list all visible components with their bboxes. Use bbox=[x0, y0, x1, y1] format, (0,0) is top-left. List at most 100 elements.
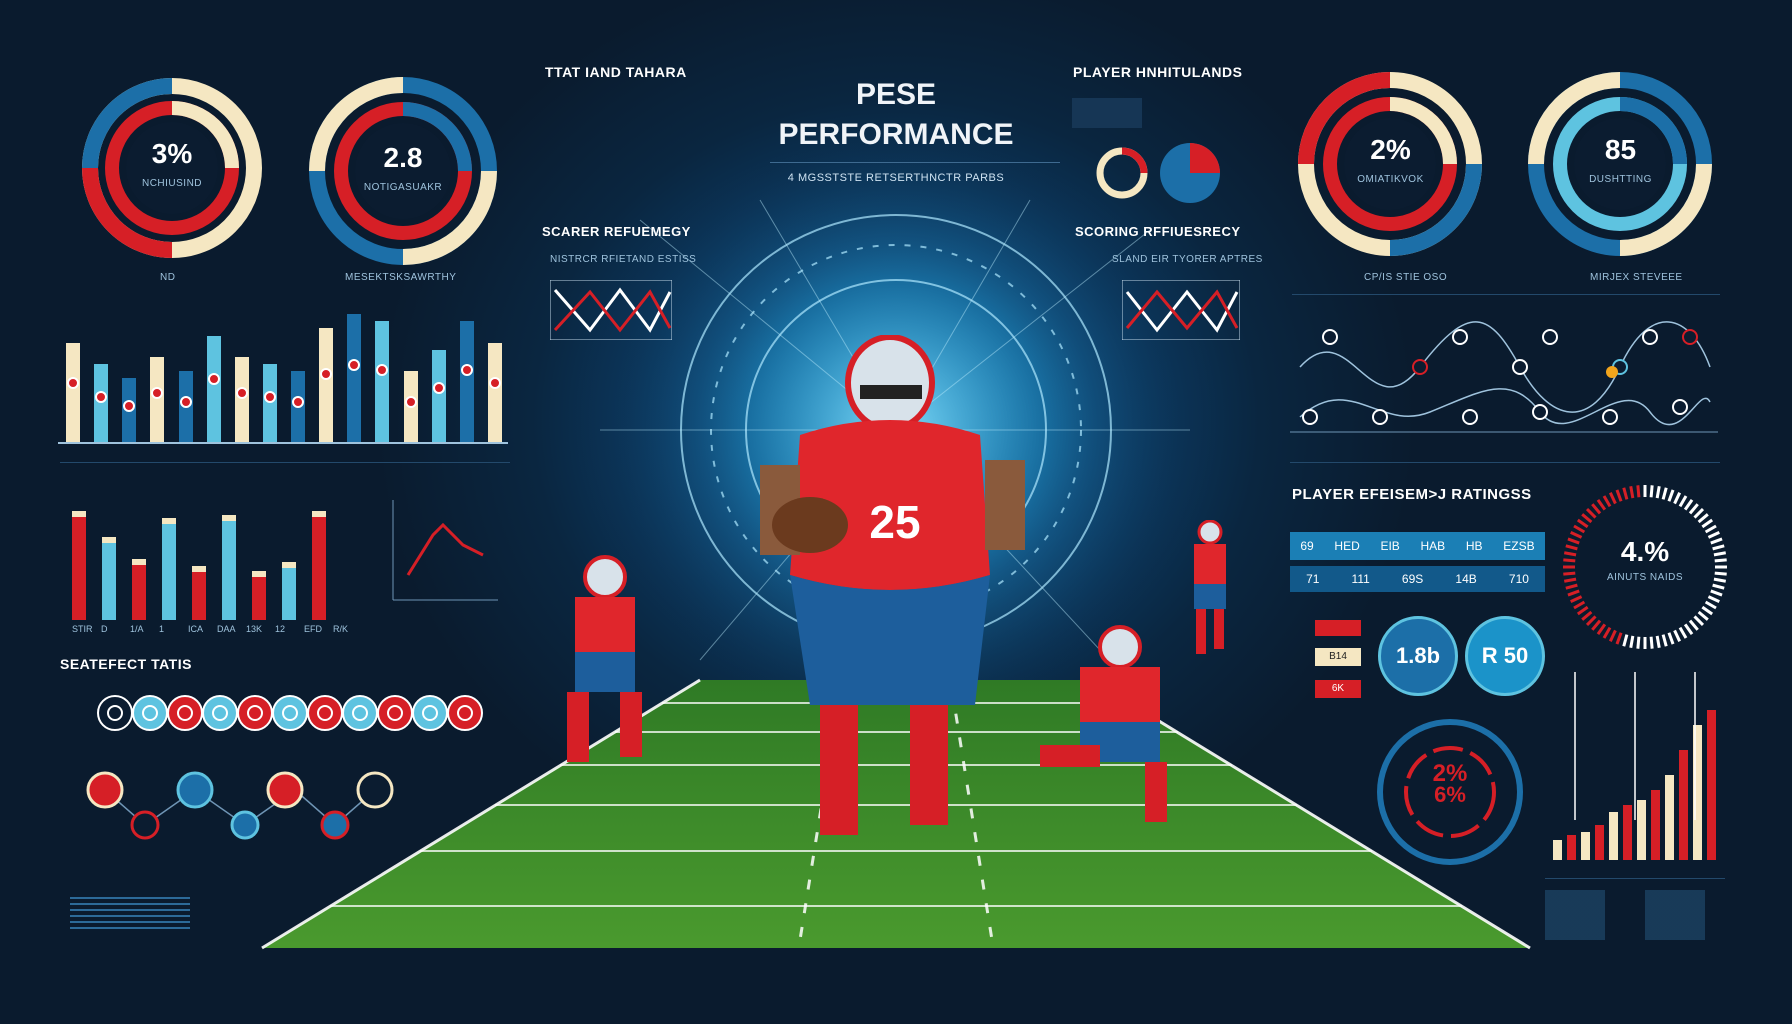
main-player bbox=[760, 335, 1025, 835]
stat-badge-icon bbox=[202, 695, 238, 731]
stat-badge-icon bbox=[237, 695, 273, 731]
bar-chart-1-marker bbox=[348, 358, 361, 371]
bar-chart-1-bar bbox=[66, 342, 80, 442]
player-jersey-number: 25 bbox=[869, 496, 921, 548]
tick-gauge-caption: AINUTS NAIDS bbox=[1606, 572, 1683, 583]
gauge-tick bbox=[1701, 605, 1714, 616]
right-bar bbox=[1581, 832, 1590, 860]
left-donut-2-below: MESEKTSKSAWRTHY bbox=[345, 272, 457, 283]
right-donut-1-value: 2% bbox=[1370, 134, 1411, 165]
bar-chart-1-marker bbox=[320, 368, 333, 381]
ring-gauge-value-2: 6% bbox=[1434, 782, 1466, 807]
gauge-tick bbox=[1678, 495, 1688, 508]
right-bottom-lines bbox=[1545, 890, 1715, 940]
left-player bbox=[567, 555, 642, 762]
header-top-center-left: TTAT IAND TAHARA bbox=[545, 64, 687, 80]
tick-gauge-value: 4.% bbox=[1620, 536, 1670, 567]
divider-right-2 bbox=[1290, 462, 1720, 463]
right-player bbox=[1040, 625, 1167, 822]
gauge-tick bbox=[1591, 503, 1602, 515]
right-donut-1-caption: OMIATIKVOK bbox=[1357, 174, 1424, 185]
bar-chart-1-bar bbox=[178, 371, 193, 442]
bar-label: DAA bbox=[217, 624, 236, 634]
stat-circle-2: R 50 bbox=[1465, 616, 1545, 696]
stat-badge-icon bbox=[377, 695, 413, 731]
title-line-2: PERFORMANCE bbox=[778, 118, 1014, 151]
gauge-tick bbox=[1655, 635, 1661, 649]
gauge-tick bbox=[1667, 489, 1675, 502]
gauge-tick bbox=[1565, 583, 1578, 590]
bar-chart-2-bar bbox=[162, 517, 176, 620]
bar-chart-1-marker bbox=[179, 395, 192, 408]
gauge-tick bbox=[1683, 623, 1694, 636]
gauge-tick bbox=[1573, 524, 1586, 534]
gauge-tick bbox=[1636, 485, 1641, 498]
gauge-tick bbox=[1707, 595, 1720, 604]
stat-badge-icon bbox=[412, 695, 448, 731]
gauge-tick bbox=[1704, 600, 1717, 610]
tag-red-label: 6K bbox=[1331, 683, 1345, 694]
gauge-tick bbox=[1712, 583, 1725, 590]
right-bar-chart bbox=[1553, 672, 1716, 860]
bar-chart-2-bar bbox=[72, 511, 86, 620]
bar-chart-1-bar bbox=[375, 321, 390, 442]
right-bar bbox=[1609, 812, 1618, 860]
gauge-tick bbox=[1629, 485, 1635, 499]
stat-circle-1: 1.8b bbox=[1378, 616, 1458, 696]
gauge-tick bbox=[1649, 636, 1654, 649]
left-donut-1-value: 3% bbox=[151, 138, 193, 169]
divider-right-3 bbox=[1545, 878, 1725, 879]
bar-chart-1-bar bbox=[262, 363, 277, 442]
tag-cream-label: B14 bbox=[1329, 651, 1347, 662]
mini-chart-left bbox=[550, 280, 672, 340]
bar-chart-2-bar bbox=[192, 566, 206, 620]
gauge-tick bbox=[1693, 507, 1705, 519]
stat-badge-icon bbox=[97, 695, 133, 731]
ratings-cell: 71 bbox=[1306, 572, 1320, 586]
bar-chart-1-bar bbox=[122, 378, 137, 442]
right-node-chart bbox=[1290, 321, 1718, 433]
stat-badge-icon bbox=[132, 695, 168, 731]
bar-label: ICA bbox=[188, 624, 204, 634]
bar-chart-1-marker bbox=[376, 363, 389, 376]
bar-chart-1-bar bbox=[206, 335, 221, 442]
gauge-tick bbox=[1608, 629, 1617, 642]
header-left-stats: SEATEFECT TATIS bbox=[60, 656, 192, 672]
stat-circle-2-value: R 50 bbox=[1481, 643, 1529, 668]
tag-red-bottom: 6K bbox=[1315, 680, 1361, 698]
right-donut-1-below: CP/IS STIE OSO bbox=[1364, 272, 1448, 283]
divider-right-1 bbox=[1292, 294, 1720, 295]
bar-chart-1-marker bbox=[235, 386, 248, 399]
bar-chart-2-bar bbox=[312, 511, 326, 620]
scatter-mini bbox=[392, 500, 498, 601]
right-donut-2-caption: DUSHTTING bbox=[1589, 174, 1652, 185]
ratings-cell: HAB bbox=[1420, 539, 1446, 553]
right-donut-2-value: 85 bbox=[1604, 134, 1637, 165]
bar-label: EFD bbox=[304, 624, 322, 634]
bar-chart-1-marker bbox=[67, 377, 79, 390]
infographic-canvas: 25 PESE PERFORMANCE 4 MGSSTSTE RETSERTHN… bbox=[0, 0, 1792, 1024]
ratings-table: 69 HED EIB HAB HB EZSB 71 111 69S 14B 710 bbox=[1290, 532, 1545, 596]
gauge-tick bbox=[1636, 636, 1641, 649]
bar-label: 1 bbox=[159, 624, 165, 634]
stat-badge-icon bbox=[272, 695, 308, 731]
gauge-tick bbox=[1701, 518, 1714, 529]
gauge-tick bbox=[1596, 498, 1607, 511]
bar-chart-1-marker bbox=[460, 363, 473, 376]
bar-chart-1-bar bbox=[431, 349, 446, 442]
ratings-cell: 710 bbox=[1508, 572, 1529, 586]
mini-chart-right bbox=[1122, 280, 1240, 340]
gauge-tick bbox=[1615, 489, 1623, 502]
ratings-cell: 69S bbox=[1401, 572, 1424, 586]
bar-label: R/K bbox=[333, 624, 349, 634]
title-line-1: PESE bbox=[855, 78, 937, 111]
bar-chart-1-bar bbox=[234, 356, 249, 442]
gauge-tick bbox=[1688, 503, 1699, 515]
header-mid-left: SCARER REFUEMEGY bbox=[542, 224, 691, 239]
bar-chart-1-marker bbox=[292, 395, 304, 408]
gauge-tick bbox=[1615, 632, 1623, 645]
bar-label: D bbox=[101, 624, 108, 634]
right-bar bbox=[1553, 840, 1562, 860]
title-subtitle: 4 MGSSTSTE RETSERTHNCTR PARBS bbox=[787, 172, 1005, 184]
right-donut-1: 2% OMIATIKVOK bbox=[1298, 72, 1483, 257]
